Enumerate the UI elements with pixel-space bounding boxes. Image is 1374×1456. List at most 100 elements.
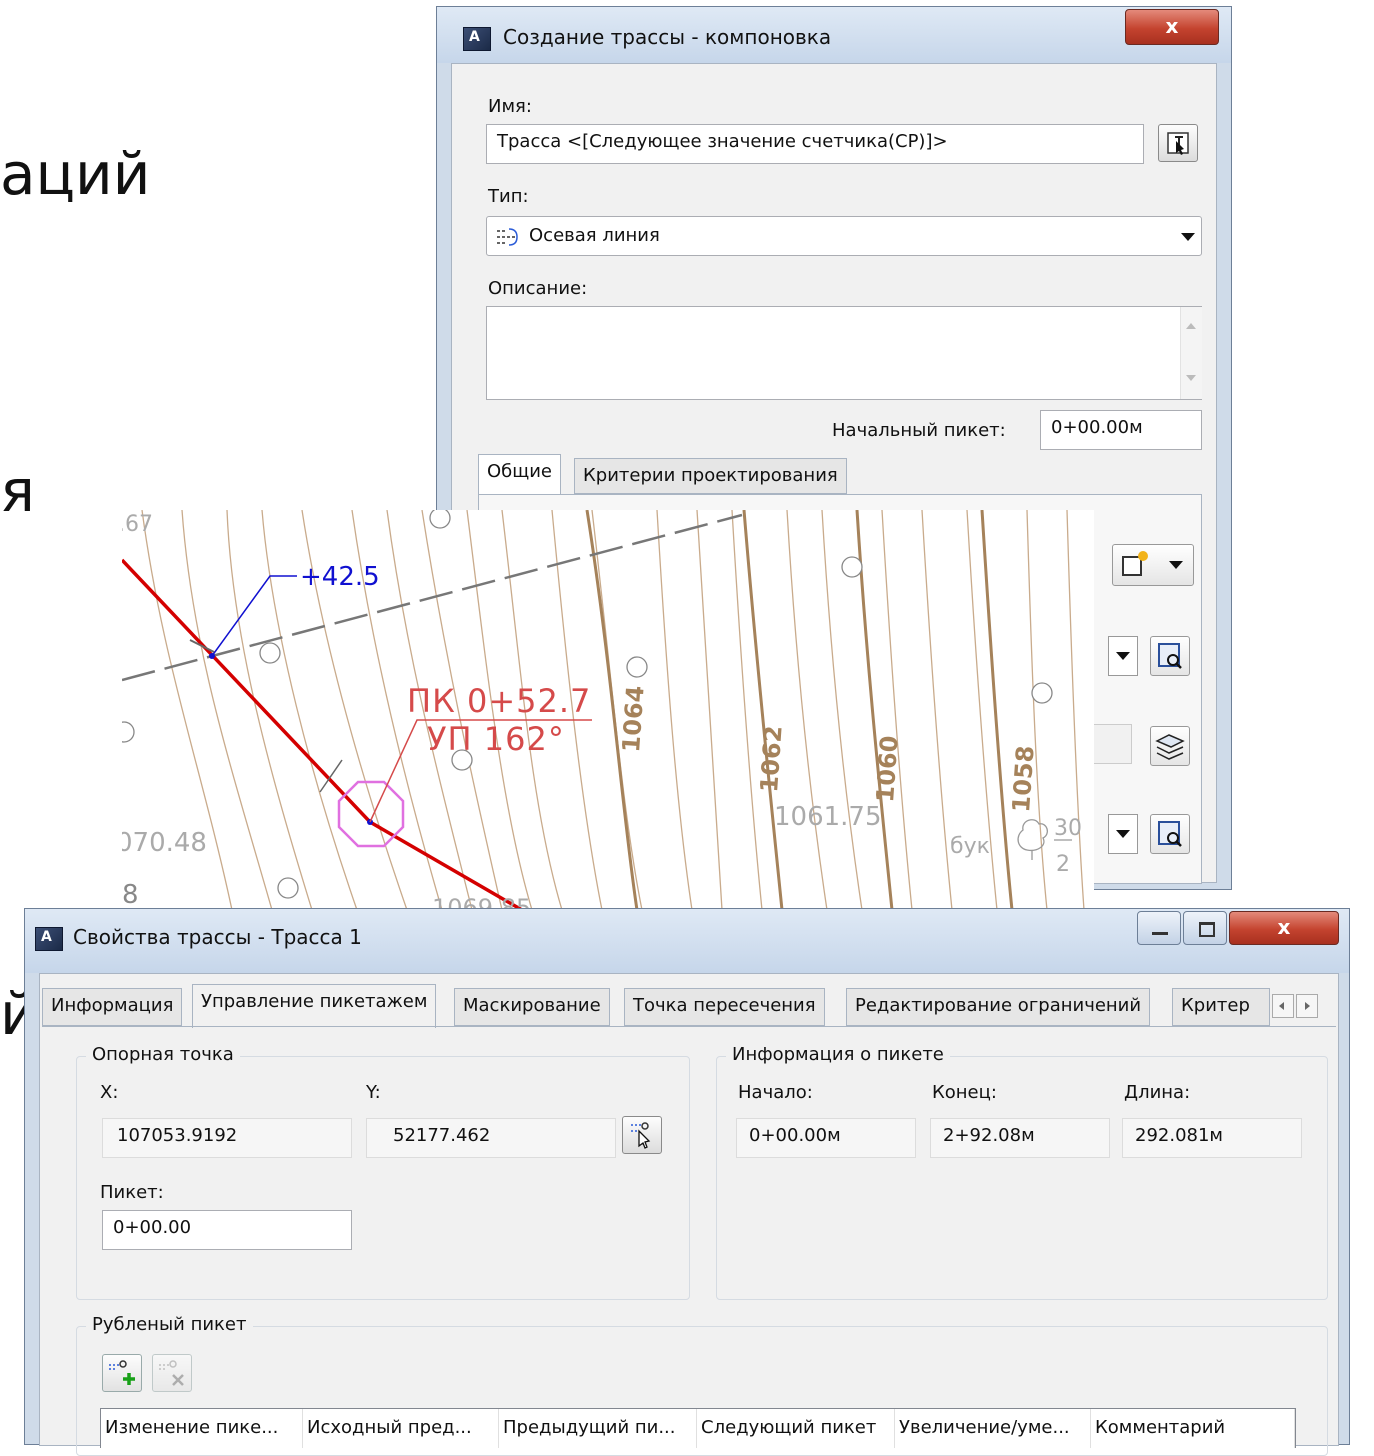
maximize-button[interactable] (1183, 911, 1227, 945)
dialog-titlebar[interactable]: Создание трассы - компоновка x (437, 7, 1231, 63)
length-label: Длина: (1124, 1082, 1191, 1103)
layer-toggle-button[interactable] (1112, 544, 1194, 586)
tree-number-top: 30 (1054, 816, 1082, 841)
group-title: Опорная точка (86, 1044, 240, 1065)
map-edge-label: 8 (122, 880, 139, 910)
close-button[interactable]: x (1229, 911, 1339, 945)
tab-design-criteria[interactable]: Критерии проектирования (574, 458, 847, 494)
alignment-properties-dialog: Свойства трассы - Трасса 1 x Информация … (24, 908, 1350, 1456)
add-station-equation-button[interactable] (102, 1354, 142, 1392)
column-header[interactable]: Комментарий (1091, 1409, 1295, 1448)
tab-general[interactable]: Общие (478, 454, 561, 496)
slide-text-fragment: аций (0, 140, 151, 208)
tab-station-control[interactable]: Управление пикетажем (192, 984, 437, 1028)
tab-information[interactable]: Информация (42, 988, 183, 1026)
dialog-body: Информация Управление пикетажем Маскиров… (39, 973, 1339, 1456)
end-station-field[interactable]: 2+92.08м (930, 1118, 1110, 1158)
column-header[interactable]: Предыдущий пи... (499, 1409, 697, 1448)
style-preview-button[interactable] (1150, 636, 1190, 676)
tree-number-bottom: 2 (1056, 852, 1070, 877)
start-station-field[interactable]: 0+00.00м (736, 1118, 916, 1158)
style-dropdown-arrow[interactable] (1108, 636, 1138, 676)
group-title: Рубленый пикет (86, 1314, 253, 1335)
tab-constraint-editing[interactable]: Редактирование ограничений (846, 988, 1151, 1026)
tab-criteria[interactable]: Критер (1172, 988, 1270, 1026)
create-style-icon (1122, 551, 1148, 576)
preview-zoom-icon (1158, 821, 1182, 847)
edit-name-template-icon (1167, 132, 1189, 155)
tab-scroll-left-button[interactable] (1272, 994, 1294, 1018)
type-select[interactable]: Осевая линия (486, 216, 1202, 256)
reference-point-group (76, 1056, 690, 1300)
column-header[interactable]: Изменение пике... (101, 1409, 303, 1448)
close-button[interactable]: x (1125, 9, 1219, 45)
pi-station-label: ПК 0+52.7 (407, 682, 592, 720)
add-equation-icon (109, 1360, 135, 1385)
x-label: X: (100, 1082, 119, 1103)
column-header[interactable]: Исходный пред... (303, 1409, 499, 1448)
layer-field[interactable] (1092, 724, 1132, 764)
name-input[interactable]: Трасса <[Следующее значение счетчика(CP)… (486, 124, 1144, 164)
name-label: Имя: (488, 96, 532, 117)
dialog-title: Свойства трассы - Трасса 1 (73, 925, 362, 949)
type-select-value: Осевая линия (529, 225, 660, 246)
column-header[interactable]: Следующий пикет (697, 1409, 895, 1448)
station-input[interactable]: 0+00.00 (102, 1210, 352, 1250)
preview-zoom-icon (1158, 643, 1182, 669)
tab-scroll-right-button[interactable] (1296, 994, 1318, 1018)
station-label: Пикет: (100, 1182, 164, 1203)
start-station-input[interactable]: 0+00.00м (1040, 410, 1202, 450)
map-elevation-label: 1061.75 (774, 802, 882, 832)
description-label: Описание: (488, 278, 588, 299)
y-coordinate-field[interactable]: 52177.462 (366, 1118, 616, 1158)
scroll-down-icon[interactable] (1186, 375, 1196, 381)
dialog-title: Создание трассы - компоновка (503, 25, 832, 49)
drawing-viewport[interactable]: .67 +42.5 ПК 0+52.7 УП 162° 1064 1062 10… (122, 510, 1094, 910)
map-elevation-label: 070.48 (122, 828, 207, 858)
name-template-button[interactable] (1158, 124, 1198, 162)
contour-label: 1058 (1007, 744, 1040, 814)
tab-intersection-point[interactable]: Точка пересечения (624, 988, 825, 1026)
station-equations-table-header: Изменение пике... Исходный пред... Преды… (100, 1408, 1296, 1448)
type-label: Тип: (488, 186, 529, 207)
chevron-left-icon (1279, 1002, 1284, 1010)
contour-drawing (122, 510, 1085, 910)
x-coordinate-field[interactable]: 107053.9192 (102, 1118, 352, 1158)
map-elevation-label: .67 (122, 512, 153, 537)
column-header[interactable]: Увеличение/уме... (895, 1409, 1091, 1448)
scroll-up-icon[interactable] (1186, 323, 1196, 329)
description-scrollbar[interactable] (1180, 307, 1202, 399)
description-textarea[interactable] (486, 306, 1202, 400)
dialog-titlebar[interactable]: Свойства трассы - Трасса 1 x (25, 909, 1349, 973)
civil3d-app-icon (35, 927, 63, 951)
length-field[interactable]: 292.081м (1122, 1118, 1302, 1158)
pi-angle-label: УП 162° (427, 720, 565, 758)
end-label: Конец: (932, 1082, 997, 1103)
start-station-label: Начальный пикет: (832, 420, 1006, 441)
group-title: Информация о пикете (726, 1044, 950, 1065)
label-set-preview-button[interactable] (1150, 814, 1190, 854)
layers-icon (1155, 734, 1185, 760)
pick-point-icon (631, 1122, 651, 1149)
pick-point-button[interactable] (622, 1116, 662, 1154)
station-label-blue: +42.5 (300, 562, 380, 592)
chevron-down-icon (1116, 830, 1130, 838)
delete-station-equation-button[interactable] (152, 1354, 192, 1392)
delete-equation-icon (159, 1360, 184, 1386)
contour-label: 1064 (617, 684, 650, 754)
label-set-dropdown-arrow[interactable] (1108, 814, 1138, 854)
contour-label: 1062 (755, 724, 788, 794)
start-label: Начало: (738, 1082, 813, 1103)
centerline-type-icon (497, 228, 518, 246)
slide-text-fragment: я (0, 457, 35, 525)
tree-label: бук (950, 834, 990, 859)
chevron-right-icon (1305, 1002, 1310, 1010)
tab-masking[interactable]: Маскирование (454, 988, 610, 1026)
chevron-down-icon (1181, 233, 1195, 241)
chevron-down-icon (1169, 561, 1183, 569)
minimize-button[interactable] (1137, 911, 1181, 945)
contour-label: 1060 (871, 734, 904, 804)
layer-button[interactable] (1150, 726, 1190, 766)
maximize-icon (1199, 922, 1215, 937)
y-label: Y: (366, 1082, 381, 1103)
